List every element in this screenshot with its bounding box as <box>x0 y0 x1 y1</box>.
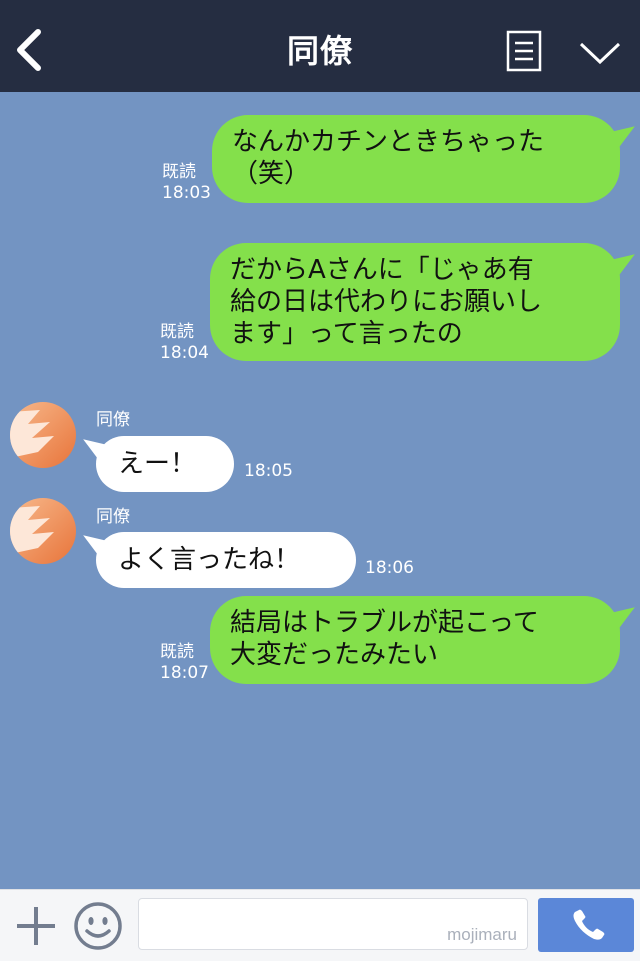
call-button[interactable] <box>538 898 634 952</box>
phone-icon <box>573 909 605 940</box>
message-bubble-incoming[interactable]: よく言ったね！ <box>76 528 356 588</box>
message-bubble-incoming[interactable]: えー！ <box>76 432 234 492</box>
plus-icon[interactable] <box>14 904 58 948</box>
message-time: 18:07 <box>160 663 209 683</box>
avatar[interactable] <box>10 402 76 468</box>
message-line: なんかカチンときちゃった <box>232 127 545 157</box>
read-receipt: 既読 <box>160 642 194 662</box>
chat-header: 同僚 <box>0 0 640 92</box>
avatar[interactable] <box>10 498 76 564</box>
message-line: えー！ <box>118 449 197 479</box>
message-line: ます」って言ったの <box>230 319 463 349</box>
message-bubble-outgoing[interactable]: なんかカチンときちゃった （笑） <box>212 115 640 203</box>
message-bubble-outgoing[interactable]: だからAさんに「じゃあ有 給の日は代わりにお願いし ます」って言ったの <box>210 243 640 361</box>
message-time: 18:06 <box>365 558 414 578</box>
message-meta: 既読 18:04 <box>160 322 209 364</box>
message-meta: 既読 18:03 <box>162 162 211 204</box>
message-line: 給の日は代わりにお願いし <box>230 287 543 317</box>
message-meta: 既読 18:07 <box>160 642 209 684</box>
message-line: （笑） <box>232 159 311 189</box>
message-time: 18:04 <box>160 343 209 363</box>
watermark-text: mojimaru <box>447 925 517 944</box>
message-bubble-outgoing[interactable]: 結局はトラブルが起こって 大変だったみたい <box>210 596 640 684</box>
read-receipt: 既読 <box>162 162 196 182</box>
sender-name: 同僚 <box>96 507 130 527</box>
notes-icon[interactable] <box>506 30 542 72</box>
read-receipt: 既読 <box>160 322 194 342</box>
message-line: よく言ったね！ <box>118 545 301 575</box>
input-bar: mojimaru <box>0 889 640 961</box>
message-input-box: mojimaru <box>138 898 528 950</box>
message-line: 結局はトラブルが起こって <box>230 608 539 638</box>
message-time: 18:03 <box>162 183 211 203</box>
chat-title: 同僚 <box>286 32 353 70</box>
chevron-down-icon[interactable] <box>578 36 622 66</box>
sender-name: 同僚 <box>96 410 130 430</box>
message-list[interactable]: なんかカチンときちゃった （笑） 既読 18:03 だからAさんに「じゃあ有 給… <box>0 92 640 889</box>
message-line: だからAさんに「じゃあ有 <box>230 255 534 285</box>
smiley-icon[interactable] <box>73 901 123 951</box>
message-line: 大変だったみたい <box>230 640 439 670</box>
message-time: 18:05 <box>244 461 293 481</box>
